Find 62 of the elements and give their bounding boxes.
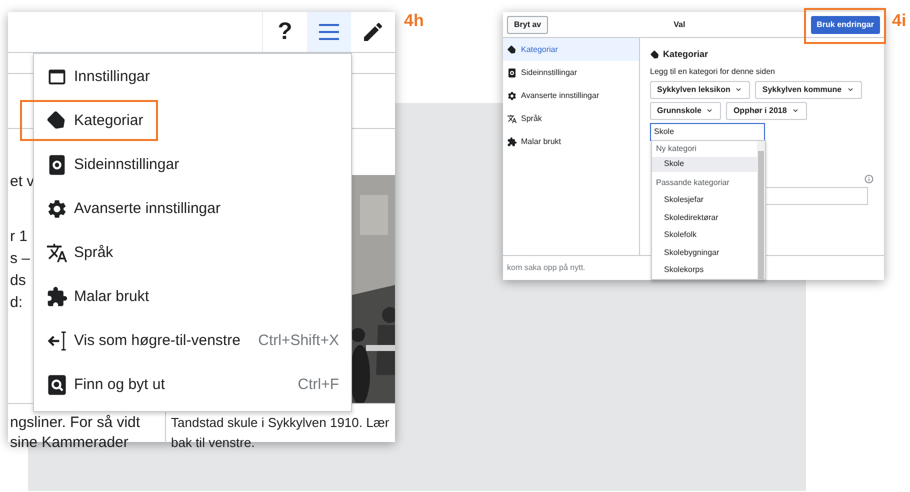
scrollbar[interactable] [757, 141, 765, 279]
pencil-icon [361, 20, 385, 44]
info-icon [864, 174, 874, 184]
article-text: r 1 [10, 227, 29, 247]
article-text: ds [10, 271, 27, 291]
sidebar-item[interactable]: Sideinnstillingar [503, 61, 639, 84]
suggestion-item[interactable]: Skolesjefar [652, 191, 757, 209]
hint-text: Legg til en kategori for denne siden [650, 66, 776, 78]
step-label: 4i [892, 10, 906, 32]
suggestion-item[interactable]: Skolefolk [652, 226, 757, 244]
arrow-bar-icon [46, 330, 68, 352]
article-text: d: [10, 293, 24, 313]
category-chip[interactable]: Sykkylven leksikon [650, 80, 750, 98]
sidebar-item[interactable]: Avanserte innstillingar [503, 84, 639, 107]
menu-item[interactable]: Språk [34, 231, 351, 275]
image-caption: bak til venstre. [171, 434, 256, 452]
menu-item[interactable]: Avanserte innstillingar [34, 187, 351, 231]
suggestion-item[interactable]: Skolebygningar [652, 244, 757, 262]
suggestion-item[interactable]: Skolekorps [652, 261, 757, 279]
puzzle-icon [507, 136, 517, 146]
menu-icon [319, 24, 339, 40]
chevron-icon [705, 106, 714, 115]
edit-button[interactable] [351, 12, 395, 52]
cancel-button[interactable]: Bryt av [507, 16, 548, 34]
category-chip[interactable]: Opphør i 2018 [726, 102, 807, 120]
keyboard-shortcut: Ctrl+F [298, 374, 339, 395]
menu-item[interactable]: Kategoriar [34, 99, 351, 143]
translate-icon [46, 242, 68, 264]
menu-button[interactable] [307, 12, 351, 52]
group-header: Ny kategori [655, 142, 698, 155]
settings-icon [507, 90, 517, 100]
translate-icon [507, 114, 517, 124]
menu-item[interactable]: Sideinnstillingar [34, 143, 351, 187]
section-heading: Kategoriar [663, 48, 708, 61]
step-label: 4h [404, 10, 424, 32]
puzzle-icon [46, 286, 68, 308]
dialog-title: Val [674, 18, 686, 30]
sidebar-item[interactable]: Språk [503, 107, 639, 130]
chevron-icon [734, 85, 744, 94]
article-text: s – [10, 249, 32, 269]
menu-item[interactable]: Finn og byt ut Ctrl+F [34, 363, 351, 407]
apply-button[interactable]: Bruk endringar [810, 16, 880, 34]
menu-item[interactable]: Innstillingar [34, 55, 351, 99]
menu-item[interactable]: Malar brukt [34, 275, 351, 319]
sidebar-item[interactable]: Malar brukt [503, 130, 639, 153]
chevron-icon [846, 85, 855, 94]
category-chip[interactable]: Sykkylven kommune [755, 80, 862, 98]
search-icon [46, 374, 68, 396]
menu-item[interactable]: Vis som høgre-til-venstre Ctrl+Shift+X [34, 319, 351, 363]
settings-icon [46, 198, 68, 220]
keyboard-shortcut: Ctrl+Shift+X [258, 330, 339, 351]
suggestion-item[interactable]: Skole [652, 156, 757, 172]
article-text: ngsliner. For så vidt [10, 413, 140, 433]
chevron-icon [790, 106, 800, 115]
category-chip[interactable]: Grunnskole [650, 102, 722, 120]
image-caption: Tandstad skule i Sykkylven 1910. Lær [171, 414, 390, 432]
article-text: kom saka opp på nytt. [507, 262, 586, 274]
suggestion-item[interactable]: Skoledirektørar [652, 208, 757, 226]
sidebar-item[interactable]: Kategoriar [503, 38, 639, 61]
page-gear-icon [507, 68, 517, 78]
article-text: sine Kammerader [10, 433, 130, 453]
group-header: Passande kategoriar [655, 177, 730, 190]
